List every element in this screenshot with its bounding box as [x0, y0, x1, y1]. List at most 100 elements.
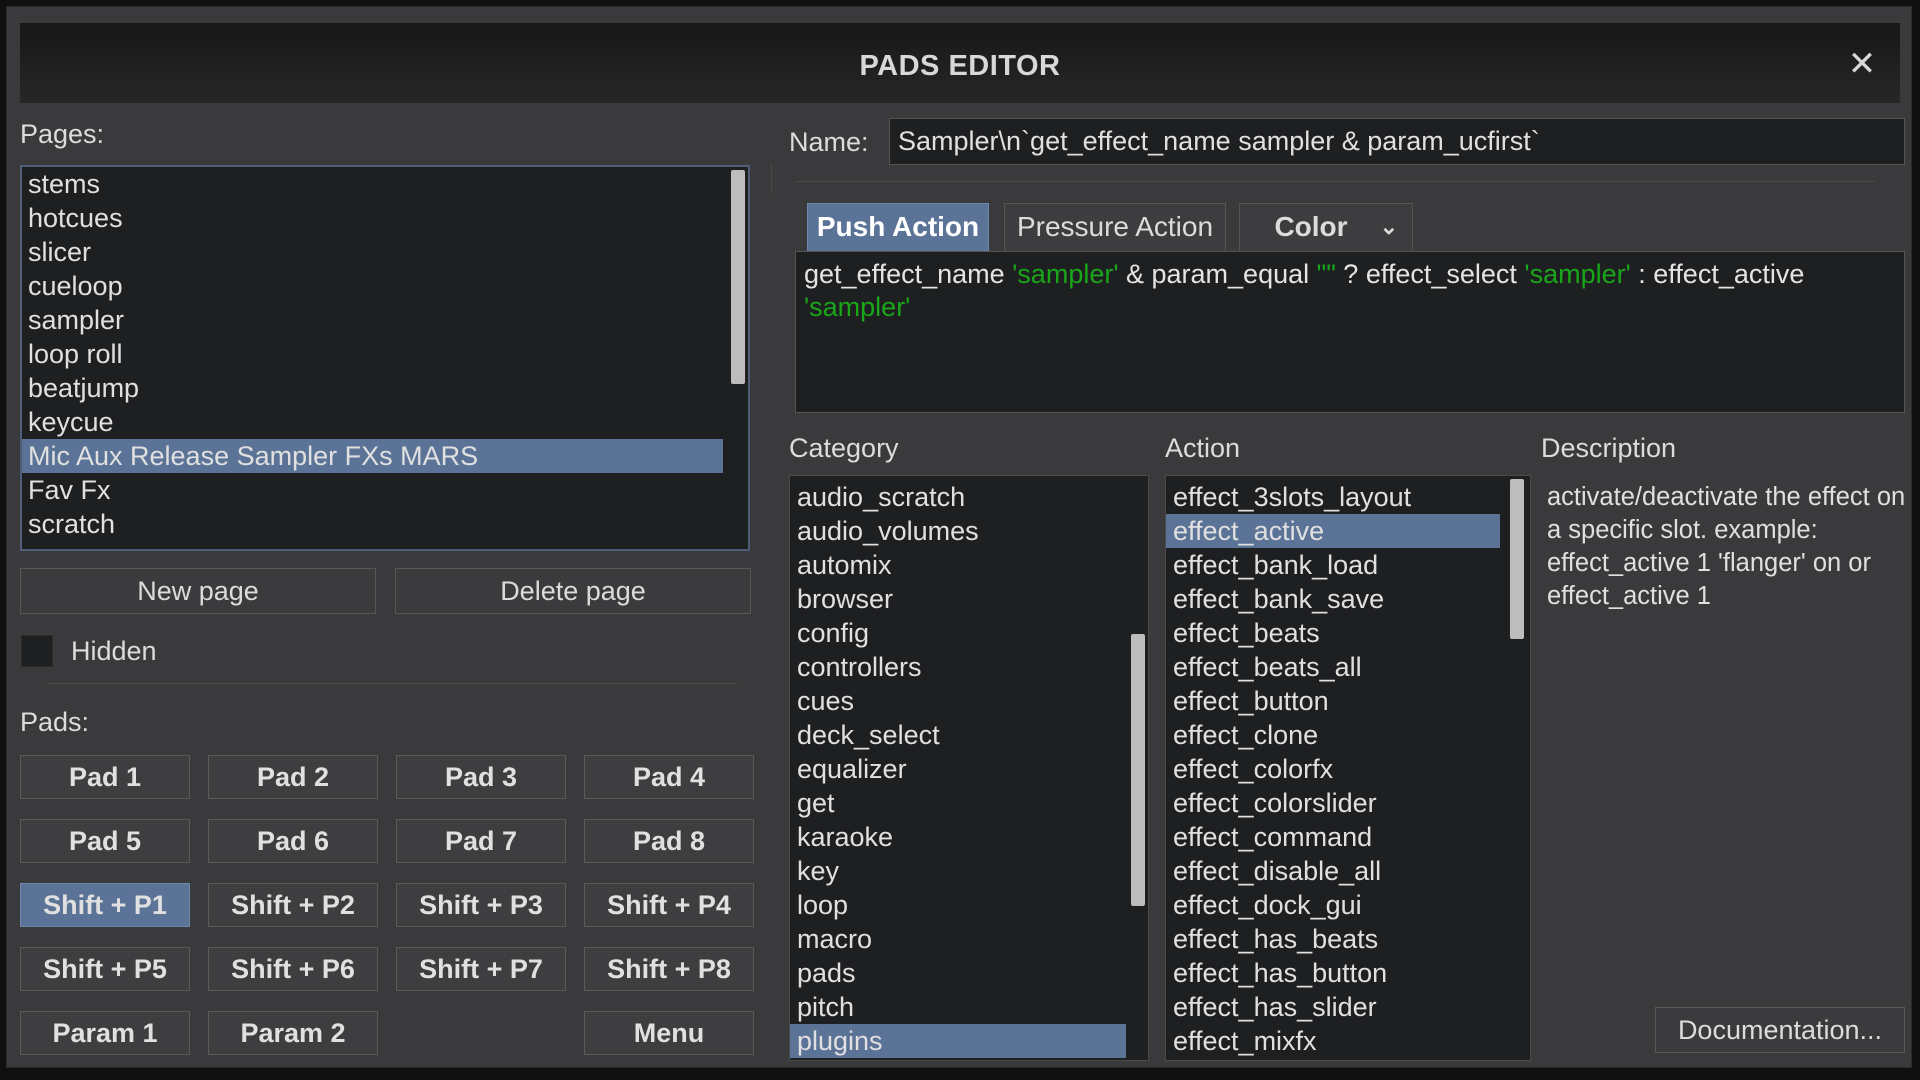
name-field[interactable]: Sampler\n`get_effect_name sampler & para…: [889, 118, 1905, 165]
pages-list[interactable]: stems hotcues slicer cueloop sampler loop rol…: [20, 165, 750, 551]
pad-button[interactable]: Pad 5: [20, 819, 190, 863]
tab-color[interactable]: Color ⌄: [1239, 203, 1413, 251]
title-bar: PADS EDITOR ✕: [20, 23, 1900, 103]
category-list-item[interactable]: automix: [790, 548, 1128, 582]
script-text: : effect_active: [1630, 259, 1805, 289]
action-list-item[interactable]: effect_colorfx: [1166, 752, 1500, 786]
page-list-item[interactable]: Fav Fx: [22, 473, 723, 507]
divider: [795, 181, 1875, 182]
script-text: ? effect_select: [1335, 259, 1525, 289]
category-list-item[interactable]: key: [790, 854, 1128, 888]
action-list-item[interactable]: effect_bank_load: [1166, 548, 1500, 582]
pad-button[interactable]: Shift + P6: [208, 947, 378, 991]
category-list[interactable]: audio_scratch audio_volumes automix browser…: [789, 475, 1149, 1061]
pad-button[interactable]: Pad 3: [396, 755, 566, 799]
action-list-item[interactable]: effect_mixfx: [1166, 1024, 1500, 1058]
category-list-item[interactable]: audio_scratch: [790, 480, 1128, 514]
category-list-item[interactable]: audio_volumes: [790, 514, 1128, 548]
category-list-item[interactable]: plugins: [790, 1024, 1128, 1058]
close-icon[interactable]: ✕: [1844, 47, 1880, 83]
tab-pressure-action[interactable]: Pressure Action: [1004, 203, 1226, 251]
action-script-editor[interactable]: get_effect_name 'sampler' & param_equal …: [795, 251, 1905, 413]
page-list-item[interactable]: scratch: [22, 507, 723, 541]
action-list-item[interactable]: effect_button: [1166, 684, 1500, 718]
dialog-title: PADS EDITOR: [859, 50, 1061, 82]
pad-button[interactable]: Pad 4: [584, 755, 754, 799]
delete-page-button[interactable]: Delete page: [395, 568, 751, 614]
category-list-item[interactable]: get: [790, 786, 1128, 820]
pad-button[interactable]: Menu: [584, 1011, 754, 1055]
action-list-item[interactable]: effect_clone: [1166, 718, 1500, 752]
tab-push-action[interactable]: Push Action: [807, 203, 989, 251]
page-list-item[interactable]: hotcues: [22, 201, 723, 235]
documentation-button[interactable]: Documentation...: [1655, 1007, 1905, 1053]
action-scrollbar[interactable]: [1504, 476, 1530, 1060]
action-list-item[interactable]: effect_beats_all: [1166, 650, 1500, 684]
script-string: "": [1316, 259, 1336, 289]
action-list-item[interactable]: effect_has_beats: [1166, 922, 1500, 956]
description-text: activate/deactivate the effect on a spec…: [1547, 483, 1906, 610]
category-scrollbar[interactable]: [1126, 476, 1148, 1060]
page-list-item[interactable]: cueloop: [22, 269, 723, 303]
action-list-item[interactable]: effect_has_button: [1166, 956, 1500, 990]
category-list-item[interactable]: pitch: [790, 990, 1128, 1024]
pad-button[interactable]: Shift + P5: [20, 947, 190, 991]
action-list-item[interactable]: effect_colorslider: [1166, 786, 1500, 820]
page-list-item[interactable]: Mic Aux Release Sampler FXs MARS: [22, 439, 723, 473]
action-list-item[interactable]: effect_bank_save: [1166, 582, 1500, 616]
action-list-item[interactable]: effect_has_slider: [1166, 990, 1500, 1024]
category-list-item[interactable]: cues: [790, 684, 1128, 718]
hidden-checkbox[interactable]: [21, 635, 53, 667]
action-list-item[interactable]: effect_dock_gui: [1166, 888, 1500, 922]
category-label: Category: [789, 433, 899, 463]
pad-button[interactable]: Pad 8: [584, 819, 754, 863]
pad-button[interactable]: Shift + P8: [584, 947, 754, 991]
category-list-item[interactable]: macro: [790, 922, 1128, 956]
page-list-item[interactable]: stems: [22, 167, 723, 201]
pad-button[interactable]: Shift + P1: [20, 883, 190, 927]
pad-button[interactable]: Pad 7: [396, 819, 566, 863]
action-list-item[interactable]: effect_3slots_layout: [1166, 480, 1500, 514]
pad-button[interactable]: Param 2: [208, 1011, 378, 1055]
script-string: 'sampler': [1012, 259, 1119, 289]
category-list-item[interactable]: controllers: [790, 650, 1128, 684]
pages-label: Pages:: [20, 119, 105, 149]
pad-button[interactable]: Shift + P7: [396, 947, 566, 991]
page-list-item[interactable]: keycue: [22, 405, 723, 439]
pad-button[interactable]: Shift + P2: [208, 883, 378, 927]
category-scrollbar-thumb[interactable]: [1131, 634, 1145, 906]
page-list-item[interactable]: loop roll: [22, 337, 723, 371]
pad-button[interactable]: Shift + P4: [584, 883, 754, 927]
action-items: effect_3slots_layout effect_active effect_…: [1166, 476, 1500, 1058]
category-list-item[interactable]: karaoke: [790, 820, 1128, 854]
page-list-item[interactable]: sampler: [22, 303, 723, 337]
pad-button[interactable]: Shift + P3: [396, 883, 566, 927]
pad-button[interactable]: Pad 1: [20, 755, 190, 799]
pages-scrollbar[interactable]: [726, 167, 748, 549]
hidden-label: Hidden: [71, 636, 157, 666]
category-list-item[interactable]: config: [790, 616, 1128, 650]
pad-button[interactable]: Pad 2: [208, 755, 378, 799]
tab-color-label: Color: [1274, 211, 1348, 242]
action-list-item[interactable]: effect_disable_all: [1166, 854, 1500, 888]
pad-button[interactable]: Param 1: [20, 1011, 190, 1055]
new-page-button[interactable]: New page: [20, 568, 376, 614]
pages-scrollbar-thumb[interactable]: [731, 170, 745, 384]
script-string: 'sampler': [804, 292, 911, 322]
action-list-item[interactable]: effect_active: [1166, 514, 1500, 548]
category-list-item[interactable]: browser: [790, 582, 1128, 616]
category-list-item[interactable]: loop: [790, 888, 1128, 922]
page-list-item[interactable]: slicer: [22, 235, 723, 269]
action-list-item[interactable]: effect_command: [1166, 820, 1500, 854]
script-string: 'sampler': [1524, 259, 1631, 289]
pad-button[interactable]: Pad 6: [208, 819, 378, 863]
divider-vertical: [771, 163, 772, 193]
description-label: Description: [1541, 433, 1677, 463]
page-list-item[interactable]: beatjump: [22, 371, 723, 405]
action-scrollbar-thumb[interactable]: [1510, 479, 1524, 639]
category-list-item[interactable]: deck_select: [790, 718, 1128, 752]
category-list-item[interactable]: equalizer: [790, 752, 1128, 786]
category-list-item[interactable]: pads: [790, 956, 1128, 990]
action-list-item[interactable]: effect_beats: [1166, 616, 1500, 650]
action-list[interactable]: effect_3slots_layout effect_active effect_…: [1165, 475, 1531, 1061]
